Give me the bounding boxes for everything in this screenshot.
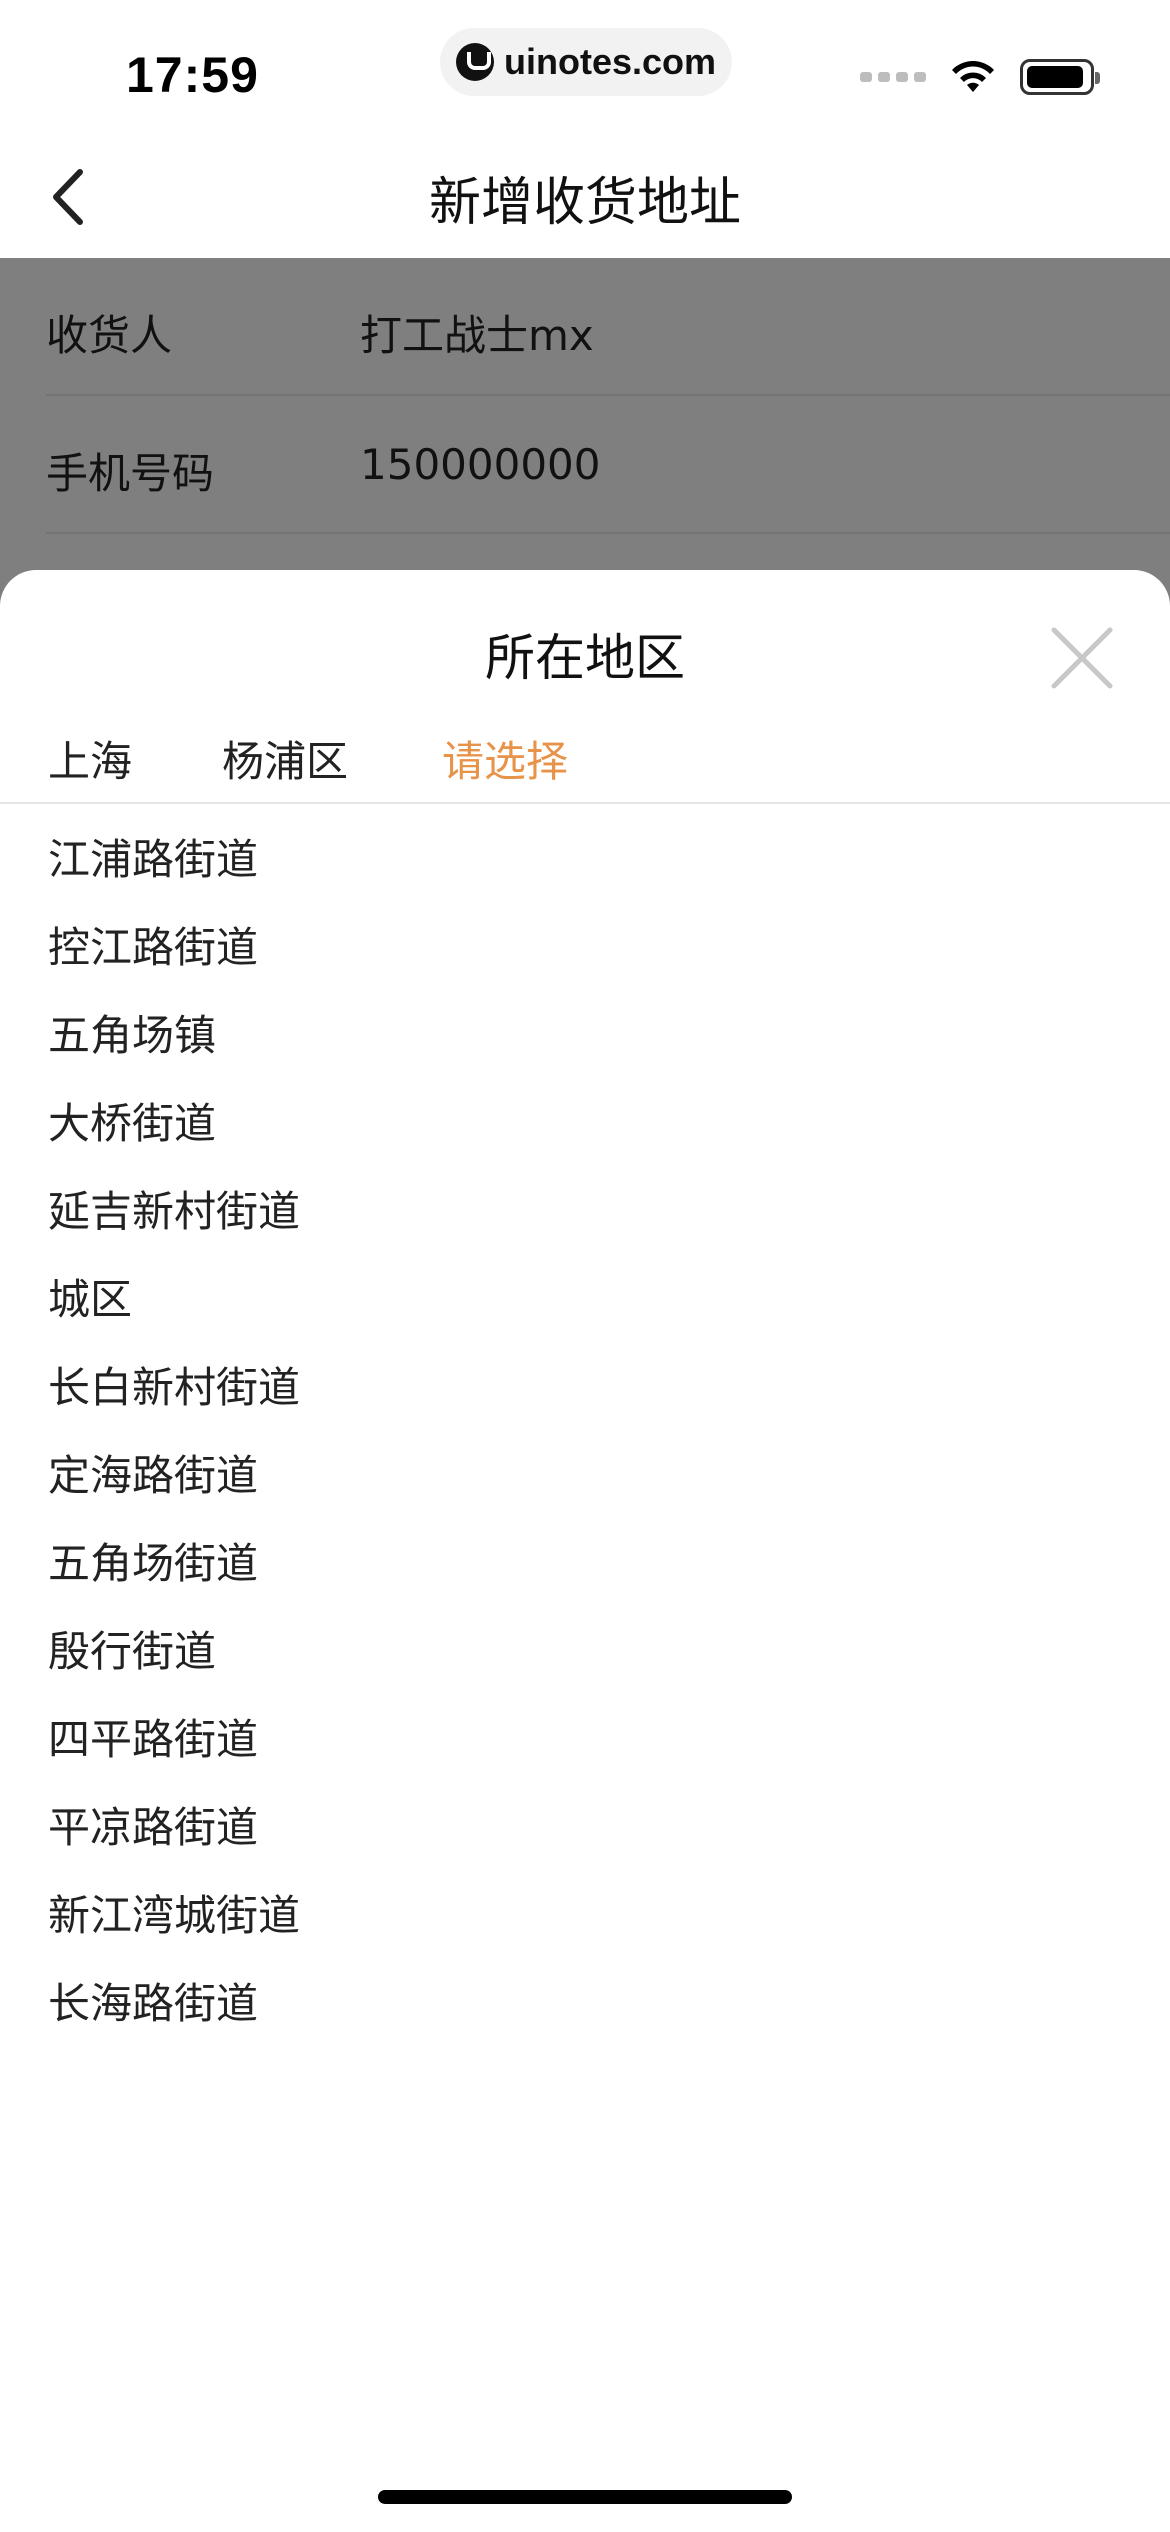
list-item[interactable]: 殷行街道	[48, 1618, 1128, 1706]
nav-bar: 新增收货地址	[0, 140, 1170, 258]
sheet-title: 所在地区	[485, 629, 685, 687]
url-text: uinotes.com	[503, 41, 717, 82]
list-item[interactable]: 长海路街道	[48, 1970, 1128, 2058]
list-item[interactable]: 长白新村街道	[48, 1354, 1128, 1442]
list-item[interactable]: 大桥街道	[48, 1090, 1128, 1178]
home-indicator	[378, 2490, 792, 2504]
status-bar: 17:59 uinotes.com	[0, 0, 1170, 140]
status-time: 17:59	[126, 47, 259, 103]
street-options-list: 江浦路街道 控江路街道 五角场镇 大桥街道 延吉新村街道 城区 长白新村街道 定…	[48, 826, 1128, 2058]
tab-street-select[interactable]: 请选择	[442, 728, 568, 789]
list-item[interactable]: 新江湾城街道	[48, 1882, 1128, 1970]
close-icon[interactable]	[1050, 626, 1114, 690]
region-picker-sheet: 所在地区 上海 杨浦区 请选择 江浦路街道 控江路街道 五角场镇 大桥街道 延吉…	[0, 570, 1170, 2532]
url-pill[interactable]: uinotes.com	[440, 28, 732, 96]
list-item[interactable]: 四平路街道	[48, 1706, 1128, 1794]
list-item[interactable]: 城区	[48, 1266, 1128, 1354]
list-item[interactable]: 延吉新村街道	[48, 1178, 1128, 1266]
battery-icon	[1020, 59, 1100, 95]
list-item[interactable]: 江浦路街道	[48, 826, 1128, 914]
list-item[interactable]: 五角场街道	[48, 1530, 1128, 1618]
list-item[interactable]: 控江路街道	[48, 914, 1128, 1002]
tab-province[interactable]: 上海	[48, 728, 132, 789]
list-item[interactable]: 平凉路街道	[48, 1794, 1128, 1882]
site-logo-icon	[455, 43, 494, 81]
cellular-signal-icon	[860, 72, 926, 82]
wifi-icon	[952, 61, 994, 92]
screen: 17:59 uinotes.com 新增收货地址 收货人 打工战士mx	[0, 0, 1170, 2532]
list-item[interactable]: 五角场镇	[48, 1002, 1128, 1090]
list-item[interactable]: 定海路街道	[48, 1442, 1128, 1530]
tab-district[interactable]: 杨浦区	[222, 728, 348, 789]
status-icons	[860, 58, 1100, 96]
region-tabs: 上海 杨浦区 请选择	[0, 718, 1170, 804]
page-title: 新增收货地址	[428, 173, 741, 233]
